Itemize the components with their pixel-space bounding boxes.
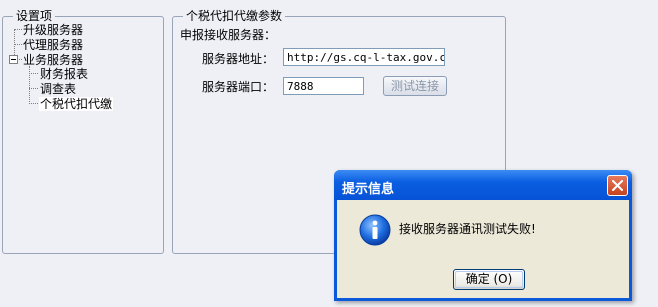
tree-line xyxy=(29,88,38,89)
dialog-titlebar[interactable]: 提示信息 xyxy=(334,170,632,200)
settings-groupbox: 设置项 升级服务器 代理服务器 业务服务器 财务报表 调查表 个税代扣代缴 xyxy=(2,9,164,254)
tree-line xyxy=(29,66,30,104)
tree-item-proxy-server[interactable]: 代理服务器 xyxy=(23,38,83,52)
info-icon xyxy=(359,214,391,246)
server-port-label: 服务器端口： xyxy=(202,80,275,94)
tree-item-personal-tax[interactable]: 个税代扣代缴 xyxy=(39,97,114,111)
receive-server-label: 申报接收服务器： xyxy=(180,28,277,42)
tree-item-business-server[interactable]: 业务服务器 xyxy=(23,53,83,67)
test-connection-button[interactable]: 测试连接 xyxy=(383,76,447,96)
dialog-body: 接收服务器通讯测试失败! 确定 (O) xyxy=(337,200,629,298)
tree-item-upgrade-server[interactable]: 升级服务器 xyxy=(23,23,83,37)
tree-line xyxy=(14,29,22,30)
ok-button-label: 确定 (O) xyxy=(465,272,513,286)
tree-line xyxy=(29,103,38,104)
tree-line xyxy=(14,44,22,45)
tree-line xyxy=(29,73,38,74)
close-button[interactable] xyxy=(607,175,628,196)
close-icon xyxy=(612,180,623,191)
ok-button[interactable]: 确定 (O) xyxy=(453,269,525,290)
collapse-icon[interactable] xyxy=(9,55,18,64)
dialog-message: 接收服务器通讯测试失败! xyxy=(399,222,536,236)
tree-item-financial-report[interactable]: 财务报表 xyxy=(40,67,88,81)
tree-item-survey[interactable]: 调查表 xyxy=(40,82,76,96)
params-group-title: 个税代扣代缴参数 xyxy=(183,9,286,23)
dialog-title: 提示信息 xyxy=(342,182,395,197)
tree-line xyxy=(19,59,22,60)
server-address-input[interactable]: http://gs.cq-l-tax.gov.cn xyxy=(283,48,445,66)
server-port-input[interactable]: 7888 xyxy=(283,77,364,95)
message-dialog: 提示信息 接收服务器通讯测试失败! 确定 (O) xyxy=(334,170,632,301)
server-address-label: 服务器地址： xyxy=(202,52,275,66)
settings-group-title: 设置项 xyxy=(13,9,56,23)
